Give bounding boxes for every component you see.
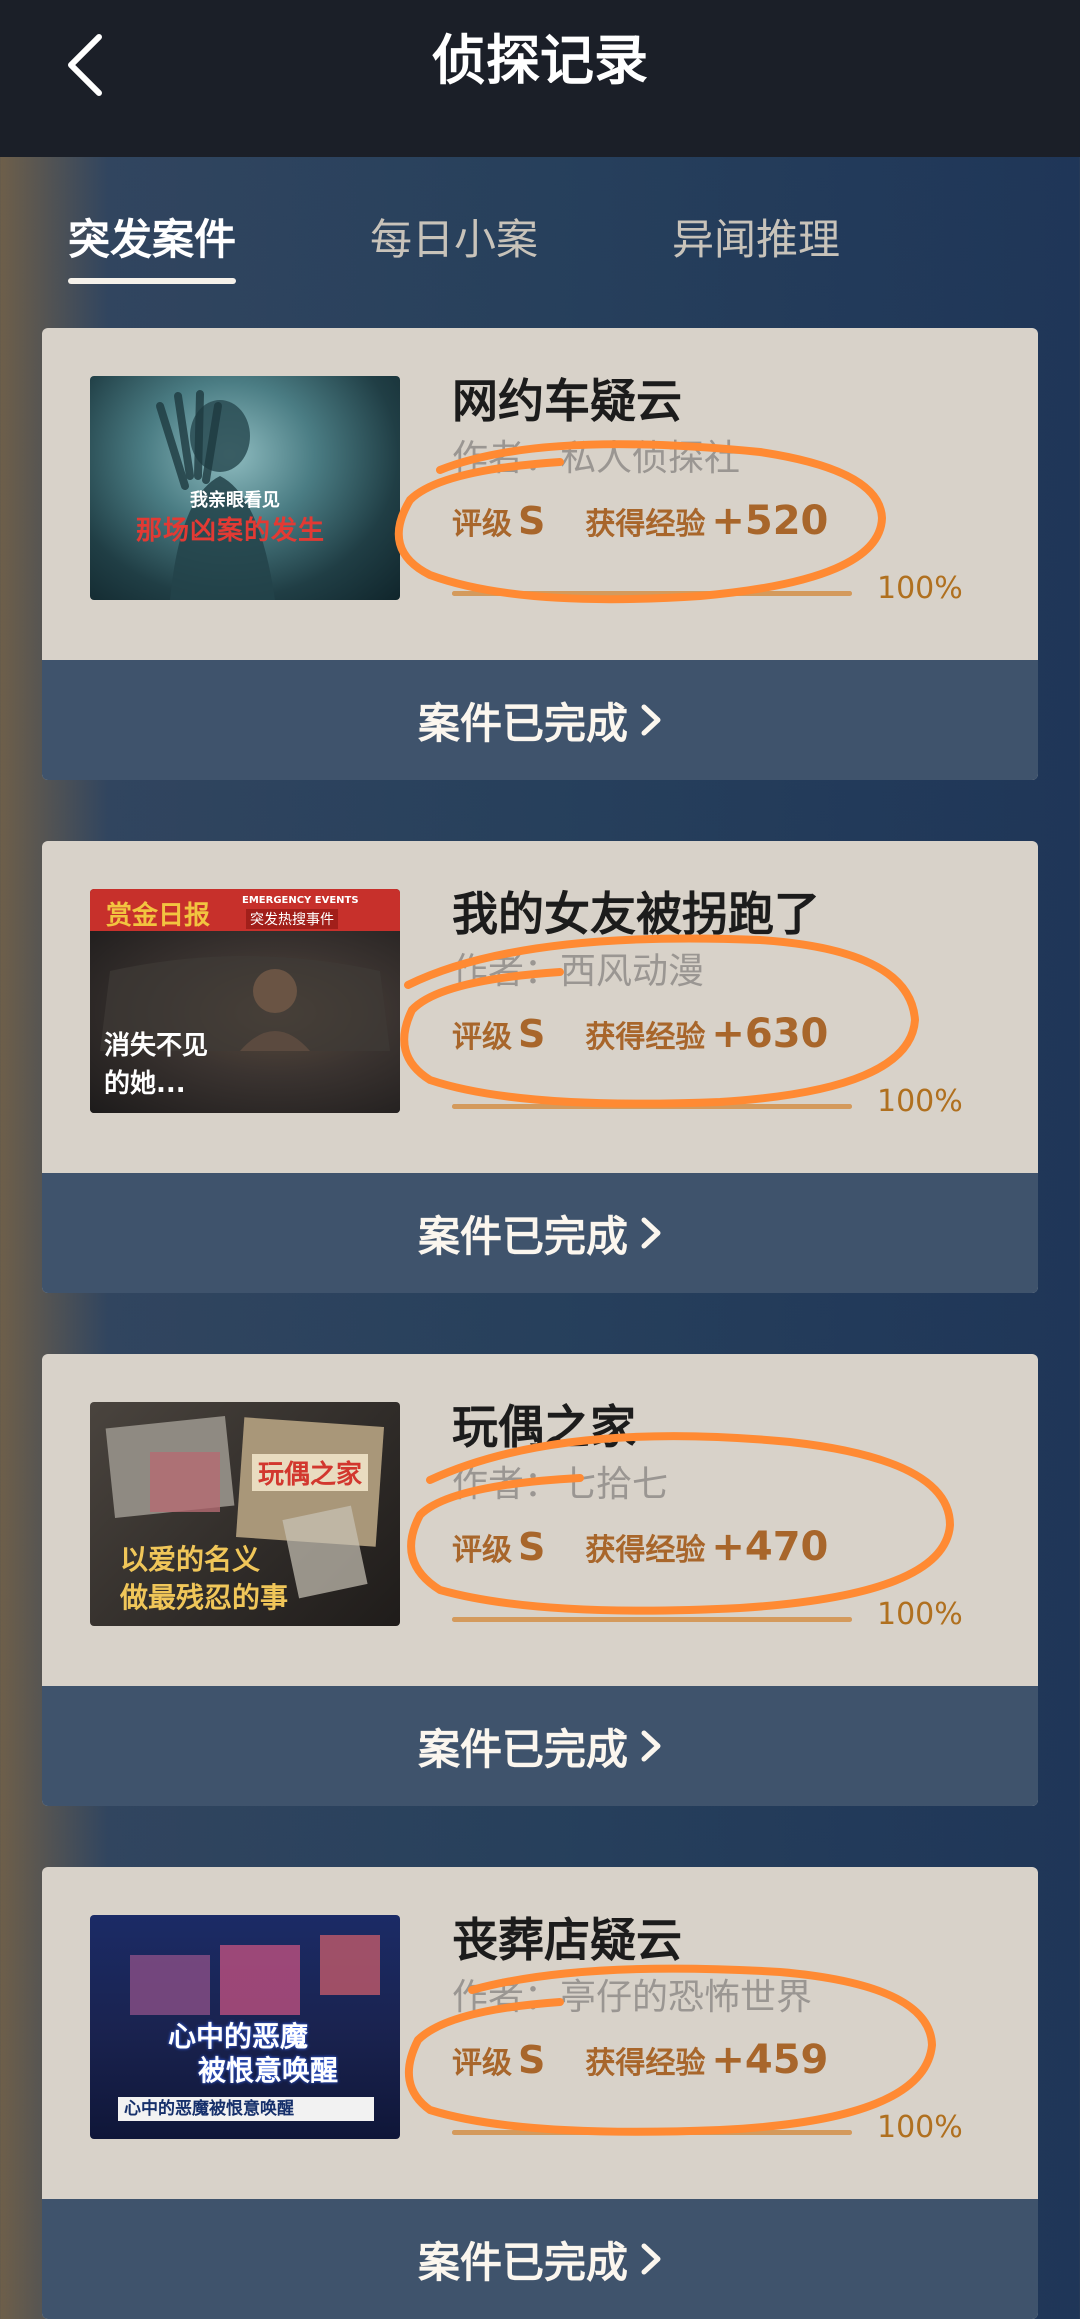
rating-label: 评级 <box>452 1533 512 1568</box>
progress-bar <box>452 2130 852 2135</box>
progress-fill <box>452 1617 852 1622</box>
tab-label: 突发案件 <box>68 215 237 264</box>
exp-value: +470 <box>711 1524 829 1570</box>
page-title: 侦探记录 <box>432 29 648 92</box>
tab-label: 每日小案 <box>370 215 539 264</box>
rating-grade: S <box>518 1525 546 1569</box>
rating-label: 评级 <box>452 2046 512 2081</box>
thumbnail-caption: 玩偶之家 <box>252 1454 369 1491</box>
case-status-label: 案件已完成 <box>417 698 628 748</box>
case-thumbnail: 玩偶之家 以爱的名义 做最残忍的事 <box>90 1402 400 1626</box>
rating-label: 评级 <box>452 507 512 542</box>
case-title: 网约车疑云 <box>452 374 682 428</box>
progress-bar <box>452 1617 852 1622</box>
progress-fill <box>452 2130 852 2135</box>
top-bar: 侦探记录 <box>0 0 1080 157</box>
case-title: 我的女友被拐跑了 <box>452 887 820 941</box>
tab-strange-reasoning[interactable]: 异闻推理 <box>672 200 840 280</box>
rating-row: 评级 S 获得经验 +459 <box>452 2025 828 2095</box>
case-completed-button[interactable]: 案件已完成 <box>42 1686 1038 1806</box>
case-card[interactable]: 赏金日报 EMERGENCY EVENTS 突发热搜事件 消失不见 的她... … <box>42 841 1038 1293</box>
progress-percent: 100% <box>877 1084 963 1119</box>
thumbnail-caption: 心中的恶魔被恨意唤醒 <box>118 2097 374 2121</box>
thumbnail-caption: 赏金日报 <box>106 901 211 931</box>
case-card-body: 玩偶之家 以爱的名义 做最残忍的事 玩偶之家 作者：七拾七 评级 S 获得经验 … <box>42 1354 1038 1686</box>
chevron-right-icon <box>641 2243 661 2275</box>
thumbnail-caption: 消失不见 <box>104 1031 209 1061</box>
case-completed-button[interactable]: 案件已完成 <box>42 1173 1038 1293</box>
thumbnail-caption: 我亲眼看见 <box>190 490 280 511</box>
rating-row: 评级 S 获得经验 +470 <box>452 1512 828 1582</box>
progress-fill <box>452 1104 852 1109</box>
case-title: 玩偶之家 <box>452 1400 636 1454</box>
case-status-label: 案件已完成 <box>417 1724 628 1774</box>
tab-label: 异闻推理 <box>672 215 841 264</box>
case-author: 作者：亭仔的恐怖世界 <box>452 1977 813 2018</box>
exp-value: +520 <box>711 498 829 544</box>
thumbnail-caption: 做最残忍的事 <box>120 1581 289 1614</box>
case-thumbnail: 心中的恶魔 被恨意唤醒 心中的恶魔被恨意唤醒 <box>90 1915 400 2139</box>
case-status-label: 案件已完成 <box>417 1211 628 1261</box>
exp-value: +459 <box>711 2037 829 2083</box>
thumbnail-caption: 被恨意唤醒 <box>198 2054 339 2087</box>
case-author: 作者：西风动漫 <box>452 951 705 992</box>
exp-label: 获得经验 <box>585 507 706 542</box>
thumbnail-caption: EMERGENCY EVENTS <box>242 895 359 906</box>
exp-label: 获得经验 <box>585 2046 706 2081</box>
exp-value: +630 <box>711 1011 829 1057</box>
progress-percent: 100% <box>877 1597 963 1632</box>
tab-emergency-cases[interactable]: 突发案件 <box>68 200 237 284</box>
case-status-label: 案件已完成 <box>417 2237 628 2287</box>
rating-label: 评级 <box>452 1020 512 1055</box>
thumbnail-caption: 以爱的名义 <box>120 1543 261 1576</box>
case-completed-button[interactable]: 案件已完成 <box>42 2199 1038 2319</box>
tab-daily-cases[interactable]: 每日小案 <box>370 200 538 280</box>
case-thumbnail: 我亲眼看见 那场凶案的发生 <box>90 376 400 600</box>
progress-fill <box>452 591 852 596</box>
chevron-right-icon <box>641 1730 661 1762</box>
case-card-body: 赏金日报 EMERGENCY EVENTS 突发热搜事件 消失不见 的她... … <box>42 841 1038 1173</box>
case-completed-button[interactable]: 案件已完成 <box>42 660 1038 780</box>
case-card[interactable]: 玩偶之家 以爱的名义 做最残忍的事 玩偶之家 作者：七拾七 评级 S 获得经验 … <box>42 1354 1038 1806</box>
exp-label: 获得经验 <box>585 1020 706 1055</box>
rating-grade: S <box>518 1012 546 1056</box>
progress-percent: 100% <box>877 571 963 606</box>
thumbnail-caption: 的她... <box>104 1069 186 1099</box>
case-title: 丧葬店疑云 <box>452 1913 682 1967</box>
thumbnail-caption: 突发热搜事件 <box>246 909 338 929</box>
case-thumbnail: 赏金日报 EMERGENCY EVENTS 突发热搜事件 消失不见 的她... <box>90 889 400 1113</box>
rating-row: 评级 S 获得经验 +520 <box>452 486 828 556</box>
case-card[interactable]: 心中的恶魔 被恨意唤醒 心中的恶魔被恨意唤醒 丧葬店疑云 作者：亭仔的恐怖世界 … <box>42 1867 1038 2319</box>
case-author: 作者：私人侦探社 <box>452 438 741 479</box>
tab-bar: 突发案件 每日小案 异闻推理 <box>0 200 1080 290</box>
tab-active-underline <box>68 278 237 284</box>
rating-grade: S <box>518 499 546 543</box>
case-card-body: 我亲眼看见 那场凶案的发生 网约车疑云 作者：私人侦探社 评级 S 获得经验 +… <box>42 328 1038 660</box>
case-card-body: 心中的恶魔 被恨意唤醒 心中的恶魔被恨意唤醒 丧葬店疑云 作者：亭仔的恐怖世界 … <box>42 1867 1038 2199</box>
progress-bar <box>452 591 852 596</box>
chevron-right-icon <box>641 1217 661 1249</box>
chevron-right-icon <box>641 704 661 736</box>
thumbnail-caption: 那场凶案的发生 <box>136 516 326 546</box>
exp-label: 获得经验 <box>585 1533 706 1568</box>
case-author: 作者：七拾七 <box>452 1464 669 1505</box>
rating-row: 评级 S 获得经验 +630 <box>452 999 828 1069</box>
case-card[interactable]: 我亲眼看见 那场凶案的发生 网约车疑云 作者：私人侦探社 评级 S 获得经验 +… <box>42 328 1038 780</box>
progress-bar <box>452 1104 852 1109</box>
progress-percent: 100% <box>877 2110 963 2145</box>
rating-grade: S <box>518 2038 546 2082</box>
